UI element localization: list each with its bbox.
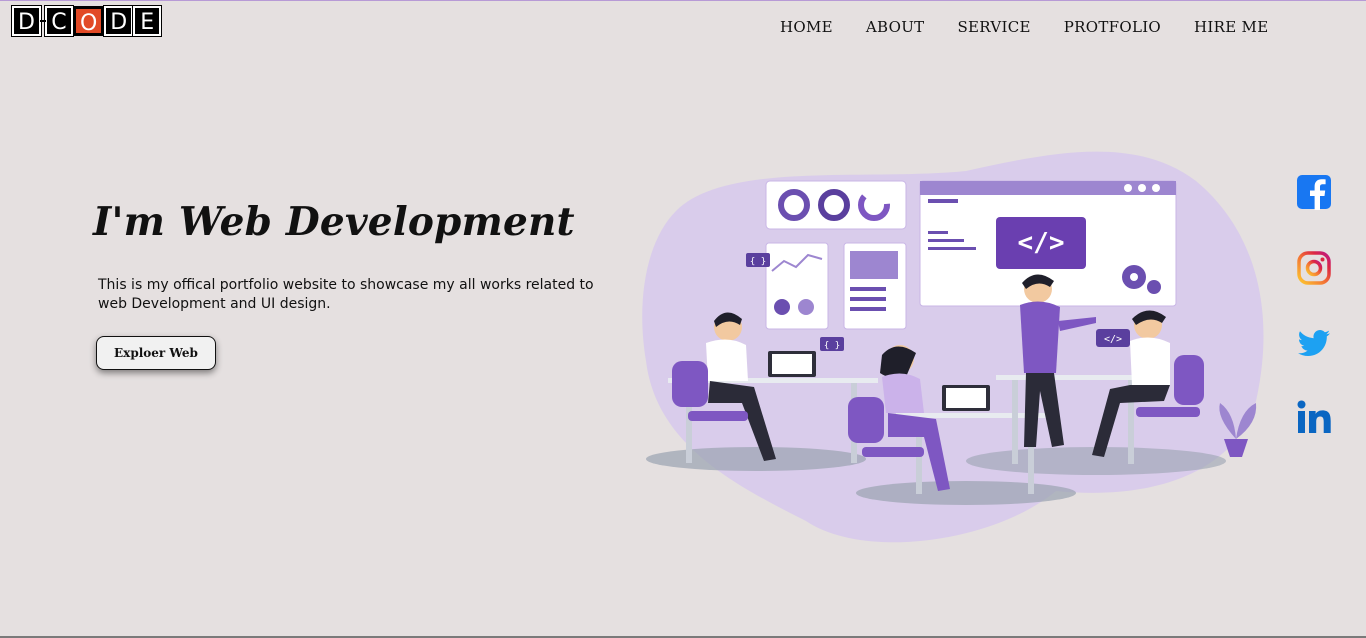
instagram-icon[interactable] bbox=[1296, 250, 1332, 286]
nav-home[interactable]: HOME bbox=[780, 18, 833, 36]
braces-tag-1: { } bbox=[750, 257, 766, 267]
main-nav: HOME ABOUT SERVICE PROTFOLIO HIRE ME bbox=[780, 18, 1301, 36]
nav-about[interactable]: ABOUT bbox=[866, 18, 925, 36]
hero-illustration: </> { } { } </> bbox=[642, 151, 1264, 543]
logo-letter-d2: D bbox=[103, 5, 135, 37]
facebook-icon[interactable] bbox=[1296, 174, 1332, 210]
braces-tag-2: { } bbox=[824, 341, 840, 351]
nav-service[interactable]: SERVICE bbox=[957, 18, 1030, 36]
twitter-icon[interactable] bbox=[1296, 325, 1332, 361]
nav-hire-me[interactable]: HIRE ME bbox=[1194, 18, 1268, 36]
logo-letter-c: C bbox=[43, 5, 74, 37]
logo-letter-e: E bbox=[132, 5, 163, 37]
logo-letter-o: O bbox=[72, 6, 105, 36]
linkedin-icon[interactable] bbox=[1296, 399, 1332, 435]
hero-description: This is my offical portfolio website to … bbox=[98, 277, 594, 312]
nav-portfolio[interactable]: PROTFOLIO bbox=[1064, 18, 1161, 36]
explore-web-button[interactable]: Exploer Web bbox=[96, 336, 216, 370]
logo[interactable]: D C O D E bbox=[11, 5, 163, 37]
code-tag-text: </> bbox=[1018, 228, 1065, 258]
logo-dash bbox=[39, 20, 46, 22]
hero-title: I'm Web Development bbox=[93, 199, 575, 245]
code-tag-small: </> bbox=[1104, 334, 1122, 345]
logo-letter-d: D bbox=[11, 5, 42, 37]
